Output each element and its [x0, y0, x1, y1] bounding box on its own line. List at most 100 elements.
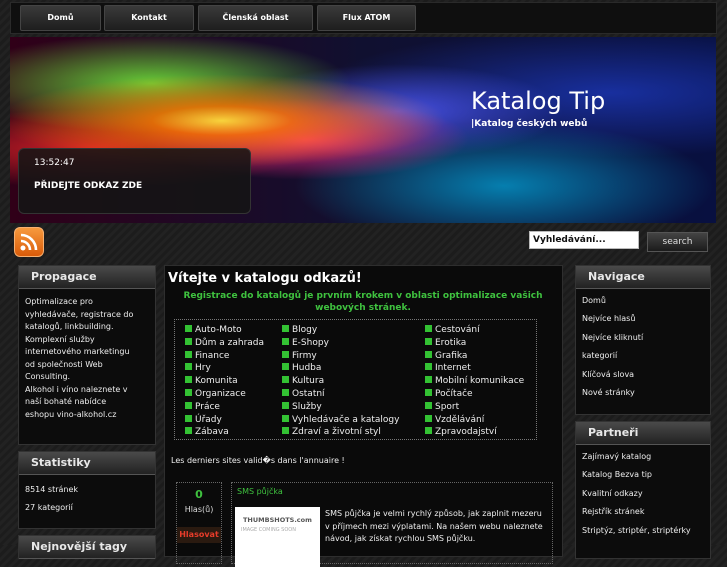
bullet-icon: [282, 414, 289, 422]
propagace-panel: Propagace Optimalizace pro vyhledávače, …: [18, 265, 156, 445]
bullet-icon: [282, 427, 289, 435]
search-input[interactable]: [529, 231, 639, 249]
header-banner: Katalog Tip |Katalog českých webů 13:52:…: [10, 37, 716, 223]
bullet-icon: [425, 363, 432, 371]
nav-link-categories[interactable]: kategorií: [582, 347, 704, 365]
category-link[interactable]: Úřady: [185, 414, 222, 427]
category-link[interactable]: Vyhledávače a katalogy: [282, 414, 399, 427]
nav-tab-members[interactable]: Členská oblast: [198, 5, 313, 31]
bullet-icon: [282, 401, 289, 409]
propagace-line: internetového marketingu: [25, 347, 130, 356]
vote-button[interactable]: Hlasovat: [177, 527, 221, 543]
main-content: Vítejte v katalogu odkazů! Registrace do…: [164, 265, 563, 567]
partner-link[interactable]: Katalog Bezva tip: [582, 466, 704, 484]
category-link[interactable]: Auto-Moto: [185, 324, 242, 337]
site-title[interactable]: Katalog Tip: [471, 87, 605, 115]
bullet-icon: [185, 427, 192, 435]
nav-link-most-votes[interactable]: Nejvíce hlasů: [582, 310, 704, 328]
propagace-line: eshopu vino-alkohol.cz: [25, 409, 117, 419]
search-button[interactable]: search: [647, 232, 708, 252]
category-link[interactable]: Firmy: [282, 350, 317, 363]
bullet-icon: [425, 325, 432, 332]
bullet-icon: [185, 350, 192, 358]
category-link[interactable]: Organizace: [185, 388, 246, 401]
category-grid: Auto-Moto Blogy Cestování Dům a zahrada …: [174, 319, 537, 440]
category-link[interactable]: Počítače: [425, 388, 473, 401]
category-link[interactable]: Komunita: [185, 375, 238, 388]
propagace-title: Propagace: [19, 266, 155, 289]
bullet-icon: [282, 376, 289, 384]
propagace-line: katalogů, linkbuilding.: [25, 322, 114, 331]
site-thumbnail[interactable]: THUMBSHOTS.com IMAGE COMING SOON: [235, 507, 320, 567]
partneri-panel: Partneři Zajímavý katalog Katalog Bezva …: [575, 421, 711, 559]
category-link[interactable]: Hudba: [282, 362, 321, 375]
category-link[interactable]: Zdraví a životní styl: [282, 426, 381, 439]
bullet-icon: [425, 376, 432, 384]
intro-text: Registrace do katalogů je prvním krokem …: [183, 291, 543, 313]
partner-link[interactable]: Striptýz, striptér, striptérky: [582, 522, 704, 540]
nav-link-most-clicks[interactable]: Nejvíce kliknutí: [582, 329, 704, 347]
category-link[interactable]: Cestování: [425, 324, 480, 337]
category-link[interactable]: Blogy: [282, 324, 317, 337]
category-link[interactable]: Zpravodajství: [425, 426, 497, 439]
bullet-icon: [185, 337, 192, 345]
category-link[interactable]: Hry: [185, 362, 211, 375]
bullet-icon: [282, 325, 289, 332]
nav-link-keywords[interactable]: Klíčová slova: [582, 366, 704, 384]
bullet-icon: [425, 350, 432, 358]
nav-tab-home[interactable]: Domů: [20, 5, 101, 31]
category-link[interactable]: Finance: [185, 350, 229, 363]
category-link[interactable]: Grafika: [425, 350, 467, 363]
top-nav: Domů Kontakt Členská oblast Flux ATOM: [10, 2, 717, 34]
nav-tab-contact[interactable]: Kontakt: [104, 5, 194, 31]
category-link[interactable]: Sport: [425, 401, 459, 414]
thumbnail-brand: THUMBSHOTS.com: [243, 516, 312, 524]
propagace-line: naší bohaté nabídce: [25, 397, 107, 406]
category-link[interactable]: Práce: [185, 401, 220, 414]
bullet-icon: [185, 401, 192, 409]
category-link[interactable]: Dům a zahrada: [185, 337, 264, 350]
category-link[interactable]: Internet: [425, 362, 471, 375]
nav-tab-flux-atom[interactable]: Flux ATOM: [317, 5, 416, 31]
stat-pages: 8514 stránek: [25, 485, 79, 494]
partner-link[interactable]: Kvalitní odkazy: [582, 485, 704, 503]
category-link[interactable]: E-Shopy: [282, 337, 329, 350]
partner-link[interactable]: Zajímavý katalog: [582, 448, 704, 466]
thumbnail-note: IMAGE COMING SOON: [241, 527, 296, 533]
rss-icon[interactable]: [14, 227, 44, 257]
category-link[interactable]: Ostatní: [282, 388, 325, 401]
site-entry-title[interactable]: SMS půjčka: [237, 487, 283, 496]
add-link-button[interactable]: PŘIDEJTE ODKAZ ZDE: [34, 181, 142, 191]
propagace-line: Alkohol i víno naleznete v: [25, 384, 128, 394]
vote-box: 0 Hlas(ů) Hlasovat: [176, 482, 222, 564]
bullet-icon: [425, 401, 432, 409]
category-link[interactable]: Kultura: [282, 375, 324, 388]
bullet-icon: [282, 350, 289, 358]
partneri-title: Partneři: [576, 422, 710, 445]
category-link[interactable]: Služby: [282, 401, 322, 414]
nav-link-home[interactable]: Domů: [582, 292, 704, 310]
site-entry-description: SMS půjčka je velmi rychlý způsob, jak z…: [325, 509, 543, 543]
partner-link[interactable]: Rejstřík stránek: [582, 503, 704, 521]
vote-label: Hlas(ů): [184, 505, 214, 514]
bullet-icon: [282, 337, 289, 345]
tags-title: Nejnovější tagy: [19, 536, 155, 559]
info-box: 13:52:47 PŘIDEJTE ODKAZ ZDE: [18, 148, 251, 214]
bullet-icon: [185, 325, 192, 332]
nav-link-new-pages[interactable]: Nové stránky: [582, 384, 704, 402]
bullet-icon: [425, 389, 432, 396]
statistiky-title: Statistiky: [19, 452, 155, 475]
category-link[interactable]: Mobilní komunikace: [425, 375, 524, 388]
tags-panel: Nejnovější tagy: [18, 535, 156, 559]
navigace-title: Navigace: [576, 266, 710, 289]
propagace-line: Optimalizace pro: [25, 297, 93, 306]
category-link[interactable]: Erotika: [425, 337, 466, 350]
category-link[interactable]: Vzdělávání: [425, 414, 484, 427]
category-link[interactable]: Zábava: [185, 426, 229, 439]
navigace-panel: Navigace Domů Nejvíce hlasů Nejvíce klik…: [575, 265, 711, 415]
bullet-icon: [185, 414, 192, 422]
bullet-icon: [185, 363, 192, 371]
bullet-icon: [282, 363, 289, 371]
site-entry: SMS půjčka THUMBSHOTS.com IMAGE COMING S…: [231, 482, 553, 567]
stat-categories: 27 kategorií: [25, 503, 73, 513]
